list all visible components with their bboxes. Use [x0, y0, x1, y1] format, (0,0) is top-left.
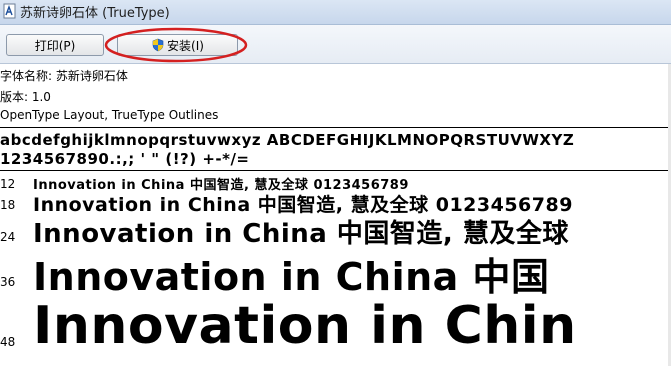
title-bar: 苏新诗卵石体 (TrueType): [0, 0, 671, 25]
sample-size-label: 24: [0, 230, 16, 244]
sample-size-label: 48: [0, 335, 16, 349]
charset-line-1: abcdefghijklmnopqrstuvwxyz ABCDEFGHIJKLM…: [0, 131, 575, 149]
highlight-ellipse: [104, 27, 248, 63]
toolbar: 打印(P) 安装(I): [0, 25, 671, 64]
font-name-info: 字体名称: 苏新诗卵石体: [0, 69, 128, 83]
version-info: 版本: 1.0: [0, 90, 51, 104]
print-button-label: 打印(P): [34, 38, 76, 53]
sample-size-label: 18: [0, 198, 16, 212]
charset-line-2: 1234567890.:,; ' " (!?) +-*/=: [0, 150, 250, 168]
sample-size-label: 36: [0, 275, 16, 289]
print-button[interactable]: 打印(P): [6, 34, 104, 56]
outline-info: OpenType Layout, TrueType Outlines: [0, 108, 219, 122]
window-title: 苏新诗卵石体 (TrueType): [20, 6, 170, 21]
sample-text: Innovation in China 中国智造, 慧及全球: [33, 219, 569, 249]
sample-size-label: 12: [0, 177, 16, 191]
sample-text: Innovation in China 中国: [33, 255, 550, 299]
divider-bottom: [0, 170, 671, 171]
divider-top: [0, 127, 671, 128]
sample-text: Innovation in Chin: [33, 296, 577, 356]
font-file-icon: [3, 3, 16, 19]
